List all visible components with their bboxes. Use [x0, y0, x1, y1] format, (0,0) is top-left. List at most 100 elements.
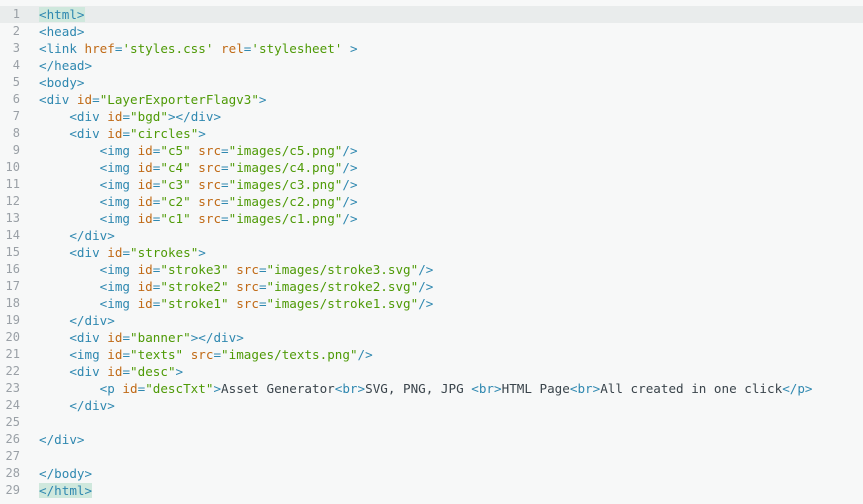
code-line[interactable]: 16 <img id="stroke3" src="images/stroke3…	[0, 261, 863, 278]
code-line[interactable]: 26 </div>	[0, 431, 863, 448]
code-token: />	[342, 143, 358, 158]
line-number: 1	[12, 7, 20, 21]
code-line[interactable]: 3 <link href='styles.css' rel='stylesheet…	[0, 40, 863, 57]
code-token: id	[137, 296, 153, 311]
line-number: 6	[12, 92, 20, 106]
code-token: <div	[69, 364, 108, 379]
code-line[interactable]: 13 <img id="c1" src="images/c1.png"/>	[0, 210, 863, 227]
code-line[interactable]: 29 </html>	[0, 482, 863, 499]
code-text: <div id="circles">	[39, 125, 206, 142]
code-token: <img	[99, 211, 138, 226]
code-line[interactable]: 11 <img id="c3" src="images/c3.png"/>	[0, 176, 863, 193]
code-token: </body>	[39, 466, 93, 481]
code-token: =	[122, 109, 131, 124]
code-token: />	[418, 296, 434, 311]
code-line[interactable]: 27	[0, 448, 863, 465]
code-line[interactable]: 19 </div>	[0, 312, 863, 329]
code-token: <br>	[471, 381, 502, 396]
code-token: id	[137, 177, 153, 192]
code-text: <img id="c3" src="images/c3.png"/>	[39, 176, 358, 193]
code-line[interactable]: 9 <img id="c5" src="images/c5.png"/>	[0, 142, 863, 159]
code-token: </p>	[782, 381, 813, 396]
line-number: 26	[5, 432, 20, 446]
code-line[interactable]: 15 <div id="strokes">	[0, 244, 863, 261]
code-line[interactable]: 28 </body>	[0, 465, 863, 482]
code-token: id	[137, 262, 153, 277]
code-line[interactable]: 14 </div>	[0, 227, 863, 244]
code-token: <img	[99, 194, 138, 209]
code-line[interactable]: 2 <head>	[0, 23, 863, 40]
code-text: <img id="c4" src="images/c4.png"/>	[39, 159, 358, 176]
code-line[interactable]: 20 <div id="banner"></div>	[0, 329, 863, 346]
code-line[interactable]: 6 <div id="LayerExporterFlagv3">	[0, 91, 863, 108]
code-token: />	[342, 160, 358, 175]
code-token: =	[221, 177, 229, 192]
code-token: >	[198, 245, 206, 260]
code-token: "images/c5.png"	[228, 143, 343, 158]
code-line[interactable]: 4 </head>	[0, 57, 863, 74]
line-number: 28	[5, 466, 20, 480]
code-token: <body>	[39, 75, 85, 90]
code-token: <div	[69, 126, 108, 141]
code-line[interactable]: 8 <div id="circles">	[0, 125, 863, 142]
code-token: </div>	[39, 432, 85, 447]
code-token: "images/stroke3.svg"	[266, 262, 419, 277]
code-token: id	[137, 211, 153, 226]
code-token: =	[122, 245, 131, 260]
code-text: <img id="stroke3" src="images/stroke3.sv…	[39, 261, 434, 278]
code-token: <div	[69, 245, 108, 260]
line-number: 12	[5, 194, 20, 208]
code-token: "c2"	[160, 194, 191, 209]
code-token: </head>	[39, 58, 93, 73]
code-token: Asset Generator	[221, 381, 335, 396]
code-token: id	[107, 330, 123, 345]
line-number: 19	[5, 313, 20, 327]
code-token: src	[198, 194, 222, 209]
code-token: src	[236, 262, 259, 277]
code-editor[interactable]: 1 <html> 2 <head> 3 <link href='styles.css' r…	[0, 6, 863, 499]
code-line[interactable]: 17 <img id="stroke2" src="images/stroke2…	[0, 278, 863, 295]
code-token: </div>	[69, 228, 115, 243]
code-token: =	[122, 330, 131, 345]
code-token: src	[198, 211, 222, 226]
code-token: src	[236, 279, 259, 294]
line-number: 18	[5, 296, 20, 310]
code-line[interactable]: 21 <img id="texts" src="images/texts.png…	[0, 346, 863, 363]
code-token: <html>	[39, 7, 85, 22]
code-token: <br>	[569, 381, 601, 396]
code-line[interactable]: 5 <body>	[0, 74, 863, 91]
code-token: "c4"	[160, 160, 191, 175]
code-token: />	[342, 194, 358, 209]
code-token: rel	[221, 41, 244, 56]
line-number: 4	[12, 58, 20, 72]
code-token: HTML Page	[501, 381, 570, 396]
code-line[interactable]: 1 <html>	[0, 6, 863, 23]
code-line[interactable]: 18 <img id="stroke1" src="images/stroke1…	[0, 295, 863, 312]
code-token: <img	[99, 160, 138, 175]
code-token: <img	[99, 279, 138, 294]
code-token: "c5"	[160, 143, 191, 158]
code-token: "stroke2"	[160, 279, 229, 294]
code-token: "images/stroke2.svg"	[266, 279, 419, 294]
code-line[interactable]: 24 </div>	[0, 397, 863, 414]
code-line[interactable]: 23 <p id="descTxt">Asset Generator<br>SV…	[0, 380, 863, 397]
code-line[interactable]: 10 <img id="c4" src="images/c4.png"/>	[0, 159, 863, 176]
code-line[interactable]: 22 <div id="desc">	[0, 363, 863, 380]
code-token: <link	[39, 41, 85, 56]
code-text: <div id="LayerExporterFlagv3">	[39, 91, 267, 108]
code-line[interactable]: 12 <img id="c2" src="images/c2.png"/>	[0, 193, 863, 210]
code-token: </html>	[39, 483, 93, 498]
code-token: =	[221, 211, 229, 226]
code-token: =	[221, 143, 229, 158]
code-token: "texts"	[130, 347, 184, 362]
code-line[interactable]: 7 <div id="bgd"></div>	[0, 108, 863, 125]
code-token: All created in one click	[600, 381, 783, 396]
code-token: "images/c2.png"	[228, 194, 343, 209]
code-line[interactable]: 25	[0, 414, 863, 431]
